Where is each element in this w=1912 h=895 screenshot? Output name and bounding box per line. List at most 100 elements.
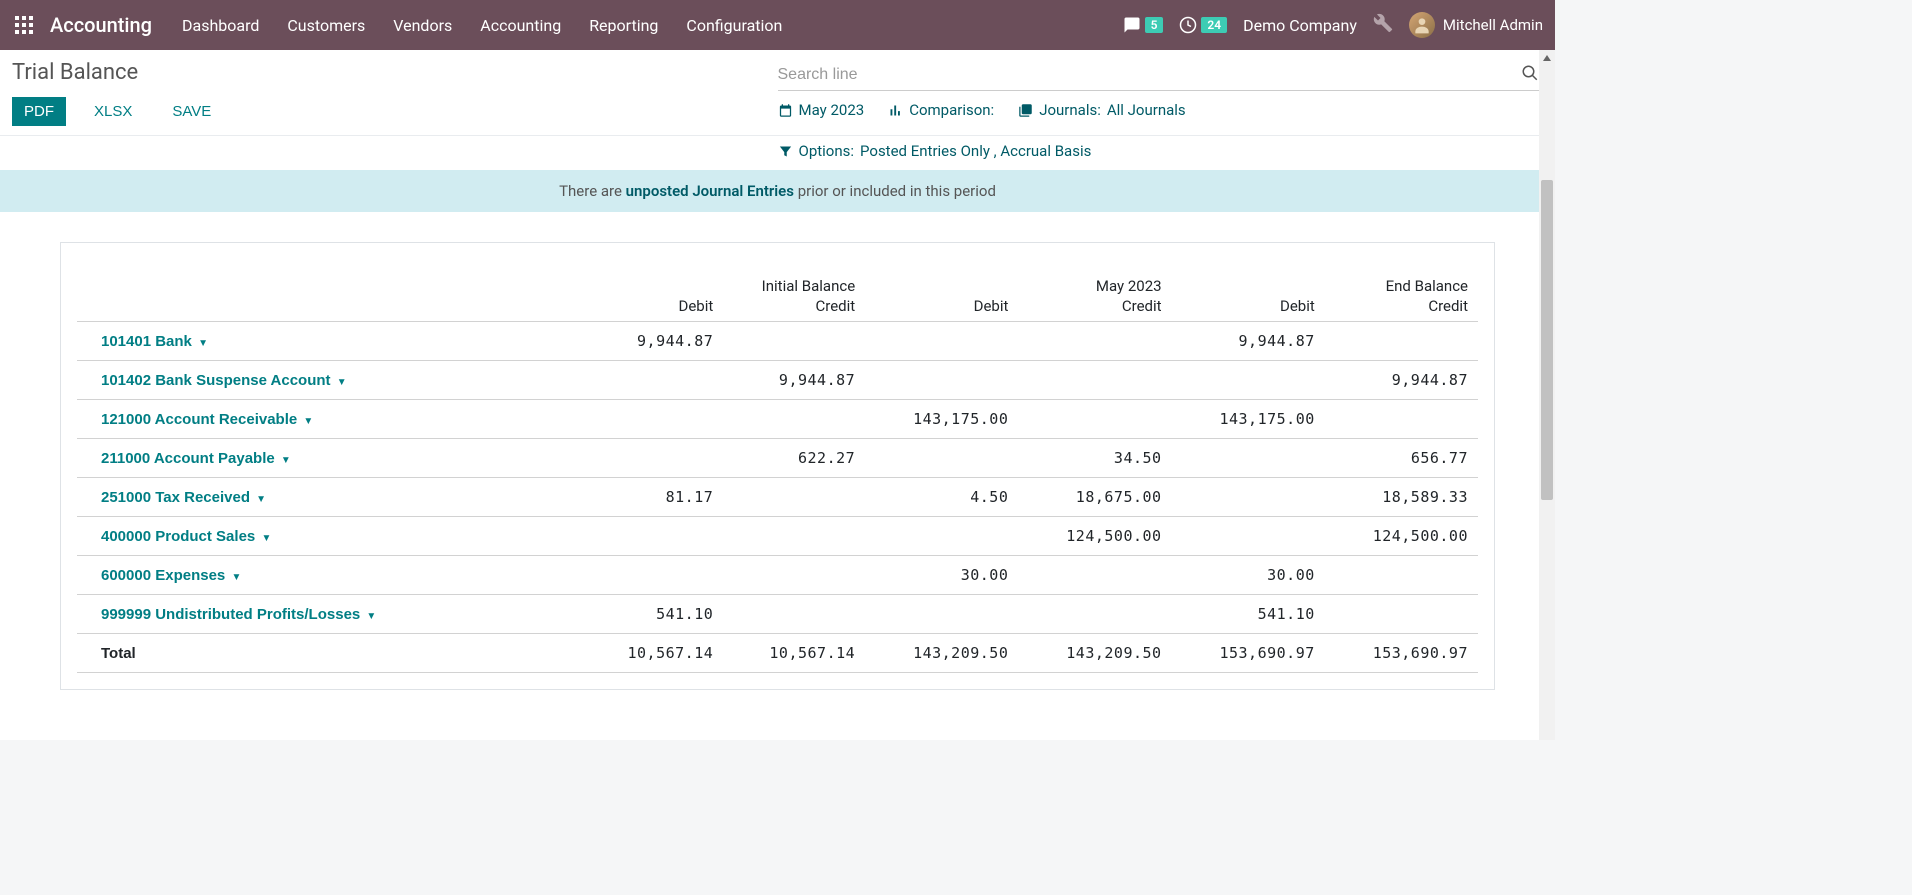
total-label: Total	[77, 634, 581, 673]
cell-value: 9,944.87	[723, 361, 865, 400]
scroll-thumb[interactable]	[1541, 180, 1553, 500]
cell-value: 30.00	[865, 556, 1018, 595]
nav-messages[interactable]: 5	[1123, 16, 1164, 34]
nav-menu-customers[interactable]: Customers	[287, 16, 365, 35]
cell-value	[1018, 400, 1171, 439]
cell-value: 30.00	[1172, 556, 1325, 595]
account-link[interactable]: 211000 Account Payable ▼	[77, 439, 581, 478]
cell-value	[581, 361, 723, 400]
cell-value	[723, 400, 865, 439]
nav-menu-accounting[interactable]: Accounting	[480, 16, 561, 35]
account-link[interactable]: 101401 Bank ▼	[77, 322, 581, 361]
filter-period-label: May 2023	[799, 101, 865, 119]
total-value: 153,690.97	[1325, 634, 1478, 673]
alert-prefix: There are	[559, 182, 626, 200]
filter-row-2-wrap: Options: Posted Entries Only , Accrual B…	[0, 136, 1555, 170]
nav-menu-reporting[interactable]: Reporting	[589, 16, 658, 35]
total-value: 153,690.97	[1172, 634, 1325, 673]
col-credit-3: Credit	[1325, 297, 1478, 322]
caret-down-icon: ▼	[337, 377, 347, 388]
cell-value: 622.27	[723, 439, 865, 478]
filter-period[interactable]: May 2023	[778, 101, 865, 119]
cell-value: 4.50	[865, 478, 1018, 517]
caret-down-icon: ▼	[198, 338, 208, 349]
cell-value	[723, 517, 865, 556]
bar-chart-icon	[888, 103, 903, 118]
export-xlsx-button[interactable]: XLSX	[82, 97, 144, 126]
nav-user-name: Mitchell Admin	[1443, 16, 1543, 34]
nav-menu-dashboard[interactable]: Dashboard	[182, 16, 259, 35]
nav-company[interactable]: Demo Company	[1243, 16, 1357, 35]
table-row: 999999 Undistributed Profits/Losses ▼541…	[77, 595, 1478, 634]
messages-badge: 5	[1145, 17, 1164, 33]
total-value: 143,209.50	[1018, 634, 1171, 673]
tools-icon[interactable]	[1373, 13, 1393, 37]
export-pdf-button[interactable]: PDF	[12, 97, 66, 126]
page-title: Trial Balance	[12, 60, 778, 85]
table-row: 101402 Bank Suspense Account ▼9,944.879,…	[77, 361, 1478, 400]
alert-bold: unposted Journal Entries	[626, 182, 794, 200]
caret-down-icon: ▼	[256, 494, 266, 505]
table-row: 400000 Product Sales ▼124,500.00124,500.…	[77, 517, 1478, 556]
cell-value: 656.77	[1325, 439, 1478, 478]
alert-banner[interactable]: There are unposted Journal Entries prior…	[0, 170, 1555, 212]
filter-journals[interactable]: Journals: All Journals	[1018, 101, 1185, 119]
cell-value	[865, 517, 1018, 556]
book-icon	[1018, 103, 1033, 118]
cell-value	[1172, 517, 1325, 556]
cell-value	[1325, 322, 1478, 361]
caret-down-icon: ▼	[303, 416, 313, 427]
nav-brand[interactable]: Accounting	[50, 13, 152, 37]
account-link[interactable]: 121000 Account Receivable ▼	[77, 400, 581, 439]
search-input[interactable]	[778, 62, 1518, 88]
export-save-button[interactable]: SAVE	[160, 97, 223, 126]
account-link[interactable]: 101402 Bank Suspense Account ▼	[77, 361, 581, 400]
clock-icon	[1179, 16, 1197, 34]
cell-value	[723, 595, 865, 634]
cell-value	[1018, 361, 1171, 400]
cell-value	[581, 556, 723, 595]
scroll-up-icon[interactable]	[1539, 50, 1555, 66]
cell-value: 18,675.00	[1018, 478, 1171, 517]
nav-menu-vendors[interactable]: Vendors	[393, 16, 452, 35]
filter-comparison[interactable]: Comparison:	[888, 101, 994, 119]
nav-user[interactable]: Mitchell Admin	[1409, 12, 1543, 38]
cell-value: 34.50	[1018, 439, 1171, 478]
scrollbar[interactable]	[1539, 50, 1555, 740]
filter-options-value: Posted Entries Only , Accrual Basis	[860, 142, 1091, 160]
cell-value: 143,175.00	[1172, 400, 1325, 439]
control-bar: Trial Balance PDF XLSX SAVE May 2023	[0, 50, 1555, 136]
cell-value	[865, 439, 1018, 478]
cell-value	[1325, 400, 1478, 439]
apps-icon[interactable]	[12, 13, 36, 37]
account-link[interactable]: 999999 Undistributed Profits/Losses ▼	[77, 595, 581, 634]
cell-value	[1018, 556, 1171, 595]
account-link[interactable]: 251000 Tax Received ▼	[77, 478, 581, 517]
col-group-period: May 2023	[865, 273, 1171, 297]
cell-value	[581, 517, 723, 556]
cell-value: 124,500.00	[1325, 517, 1478, 556]
table-row: 101401 Bank ▼9,944.879,944.87	[77, 322, 1478, 361]
col-credit-2: Credit	[1018, 297, 1171, 322]
cell-value: 9,944.87	[1172, 322, 1325, 361]
alert-suffix: prior or included in this period	[794, 182, 996, 200]
funnel-icon	[778, 144, 793, 159]
content-area: Initial Balance May 2023 End Balance Deb…	[0, 212, 1555, 720]
total-value: 10,567.14	[723, 634, 865, 673]
caret-down-icon: ▼	[281, 455, 291, 466]
trial-balance-table: Initial Balance May 2023 End Balance Deb…	[77, 273, 1478, 673]
cell-value	[1172, 478, 1325, 517]
cell-value	[865, 322, 1018, 361]
cell-value	[1325, 595, 1478, 634]
caret-down-icon: ▼	[261, 533, 271, 544]
caret-down-icon: ▼	[366, 611, 376, 622]
filter-options[interactable]: Options: Posted Entries Only , Accrual B…	[778, 142, 1544, 160]
table-row: 211000 Account Payable ▼ 622.27 34.50 656.7…	[77, 439, 1478, 478]
account-link[interactable]: 400000 Product Sales ▼	[77, 517, 581, 556]
table-row: 121000 Account Receivable ▼143,175.00143…	[77, 400, 1478, 439]
nav-menu-configuration[interactable]: Configuration	[686, 16, 782, 35]
nav-menu: Dashboard Customers Vendors Accounting R…	[182, 16, 1123, 35]
nav-activities[interactable]: 24	[1179, 16, 1227, 34]
cell-value	[581, 400, 723, 439]
account-link[interactable]: 600000 Expenses ▼	[77, 556, 581, 595]
